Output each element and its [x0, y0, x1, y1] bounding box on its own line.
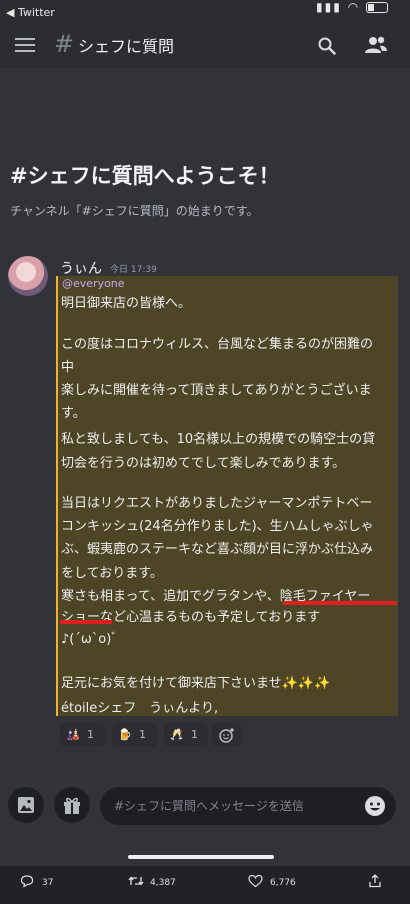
message-line: 中 [61, 360, 75, 375]
author-avatar[interactable] [8, 256, 48, 296]
gift-button[interactable] [54, 787, 90, 823]
message-timestamp: 今日 17:39 [110, 265, 157, 275]
message-line: ♪(´ω`o)ﾞ [61, 632, 118, 647]
add-reaction-icon [219, 728, 234, 743]
reaction-dolls[interactable]: 🎎 1 [60, 723, 106, 747]
home-indicator [128, 855, 274, 859]
search-icon[interactable] [318, 37, 336, 55]
welcome-subtitle: チャンネル「#シェフに質問」の始まりです。 [10, 204, 259, 218]
message-line: この度はコロナウィルス、台風など集まるのが困難の [61, 337, 374, 352]
channel-title: シェフに質問 [78, 37, 175, 56]
message-line: ぶ、蝦夷鹿のステーキなど喜ぶ顔が目に浮かぶ仕込み [61, 542, 374, 557]
message-line: 明日御来店の皆様へ。 [61, 296, 192, 311]
reaction-emoji: 🎎 [66, 728, 80, 741]
status-icons: ▮▮▮ ◠ [316, 0, 388, 14]
message-line: 当日はリクエストがありましたジャーマンポテトベー [61, 496, 373, 511]
red-underline-annotation [60, 620, 112, 624]
message-line: 切会を行うのは初めてでして楽しみであります。 [61, 456, 346, 471]
members-icon[interactable] [364, 35, 388, 55]
everyone-mention[interactable]: @everyone [62, 277, 125, 290]
twitter-action-bar [0, 866, 410, 904]
signal-icon: ▮▮▮ [316, 0, 342, 14]
channel-header: ◀ Twitter ▮▮▮ ◠ # シェフに質問 [0, 0, 410, 68]
emoji-icon[interactable] [364, 795, 386, 817]
share-icon[interactable] [368, 874, 382, 888]
add-reaction-button[interactable] [212, 723, 242, 747]
message-input[interactable] [100, 787, 396, 825]
reply-count: 37 [42, 878, 54, 888]
message-line: をしております。 [61, 566, 163, 581]
battery-icon [366, 2, 388, 13]
reaction-beer[interactable]: 🍺 1 [112, 723, 158, 747]
menu-icon[interactable] [15, 38, 35, 52]
retweet-count: 4,387 [150, 878, 176, 888]
reaction-count: 1 [139, 728, 146, 741]
like-icon[interactable] [248, 874, 263, 888]
app-frame: ◀ Twitter ▮▮▮ ◠ # シェフに質問 #シェフに質問へようこそ！ チ… [0, 0, 410, 904]
reaction-emoji: 🥂 [170, 728, 184, 741]
reaction-champagne[interactable]: 🥂 1 [164, 723, 208, 747]
wifi-icon: ◠ [347, 0, 361, 14]
welcome-title: #シェフに質問へようこそ！ [10, 164, 280, 188]
author-name[interactable]: うぃん [60, 258, 102, 278]
message-line: étoileシェフ うぃんより, [61, 701, 219, 716]
message-line: 足元にお気を付けて御来店下さいませ✨✨✨ [61, 676, 331, 691]
attach-image-button[interactable] [8, 787, 44, 823]
gift-icon [64, 797, 80, 814]
message-line: す。 [61, 406, 86, 421]
reply-icon[interactable] [20, 874, 34, 888]
message-line: 私と致しましても、10名様以上の規模での騎空士の貸 [61, 432, 376, 447]
image-icon [18, 797, 34, 813]
back-to-twitter-link[interactable]: ◀ Twitter [6, 6, 55, 19]
retweet-icon[interactable] [128, 874, 144, 888]
reaction-emoji: 🍺 [118, 728, 132, 741]
channel-hash-icon: # [54, 30, 75, 58]
reaction-count: 1 [191, 728, 198, 741]
message-line: 楽しみに開催を待って頂きましてありがとうございま [61, 383, 372, 398]
like-count: 6,776 [270, 878, 296, 888]
red-underline-annotation [283, 601, 397, 605]
reaction-count: 1 [87, 728, 94, 741]
message-line: コンキッシュ(24名分作りました)、生ハムしゃぶしゃ [61, 519, 374, 534]
